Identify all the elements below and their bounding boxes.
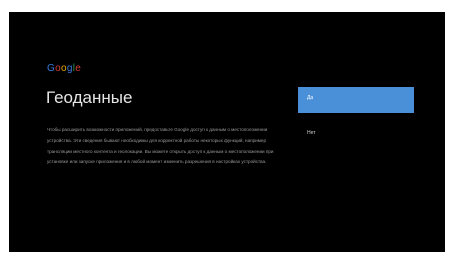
- tv-bezel: Google Геоданные Чтобы расширить возможн…: [9, 12, 445, 252]
- option-no[interactable]: Нет: [298, 122, 414, 148]
- google-logo: Google: [47, 63, 81, 74]
- logo-letter: e: [75, 63, 82, 74]
- tv-screen: Google Геоданные Чтобы расширить возможн…: [9, 12, 445, 252]
- consent-options: Да Нет: [298, 87, 414, 148]
- consent-description: Чтобы расширить возможности приложений, …: [47, 127, 274, 165]
- option-yes[interactable]: Да: [298, 87, 414, 113]
- page-title: Геоданные: [46, 88, 133, 107]
- logo-letter: G: [47, 63, 56, 74]
